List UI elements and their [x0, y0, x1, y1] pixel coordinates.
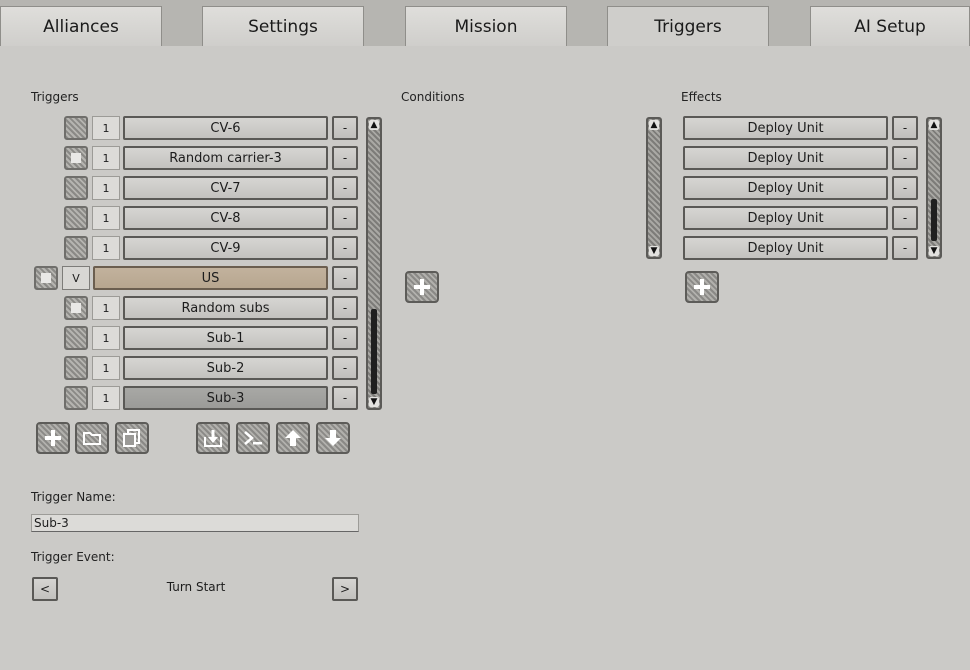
- trigger-remove-button[interactable]: -: [332, 356, 358, 380]
- effect-row[interactable]: Deploy Unit -: [0, 206, 920, 232]
- arrow-down-icon: [325, 430, 341, 446]
- trigger-enable-checkbox[interactable]: [64, 326, 88, 350]
- trigger-group-name-button[interactable]: US: [93, 266, 328, 290]
- tab-alliances[interactable]: Alliances: [0, 6, 162, 46]
- effect-remove-button[interactable]: -: [892, 206, 918, 230]
- duplicate-icon: [123, 429, 140, 447]
- add-condition-button[interactable]: [405, 271, 439, 303]
- effect-name-button[interactable]: Deploy Unit: [683, 116, 888, 140]
- effect-row[interactable]: Deploy Unit -: [0, 116, 920, 142]
- tab-label: Settings: [248, 16, 318, 37]
- tab-label: AI Setup: [854, 16, 926, 37]
- tab-mission[interactable]: Mission: [405, 6, 567, 46]
- trigger-repeat-count[interactable]: 1: [92, 326, 120, 350]
- trigger-event-prev-button[interactable]: <: [32, 577, 58, 601]
- tab-triggers[interactable]: Triggers: [607, 6, 769, 47]
- folder-icon: [83, 432, 101, 445]
- trigger-repeat-count[interactable]: 1: [92, 386, 120, 410]
- script-console-button[interactable]: [236, 422, 270, 454]
- tab-bar: Alliances Settings Mission Triggers AI S…: [0, 0, 970, 47]
- trigger-remove-button[interactable]: -: [332, 296, 358, 320]
- trigger-name-label: Trigger Name:: [31, 490, 116, 504]
- tab-settings[interactable]: Settings: [202, 6, 364, 46]
- effect-name-button[interactable]: Deploy Unit: [683, 236, 888, 260]
- trigger-remove-button[interactable]: -: [332, 386, 358, 410]
- trigger-name-button[interactable]: Sub-3: [123, 386, 328, 410]
- import-icon: [204, 430, 222, 447]
- triggers-section-label: Triggers: [31, 90, 79, 104]
- effect-remove-button[interactable]: -: [892, 236, 918, 260]
- trigger-event-label: Trigger Event:: [31, 550, 115, 564]
- group-collapse-toggle[interactable]: V: [62, 266, 90, 290]
- scroll-thumb[interactable]: [371, 309, 377, 394]
- trigger-name-button[interactable]: Sub-1: [123, 326, 328, 350]
- scroll-down-arrow-icon[interactable]: ▼: [929, 246, 939, 256]
- trigger-enable-checkbox[interactable]: [64, 386, 88, 410]
- effect-row[interactable]: Deploy Unit -: [0, 236, 920, 262]
- scroll-up-arrow-icon[interactable]: ▲: [929, 120, 939, 130]
- console-icon: [244, 431, 262, 445]
- trigger-remove-button[interactable]: -: [332, 266, 358, 290]
- tab-label: Alliances: [43, 16, 119, 37]
- duplicate-trigger-button[interactable]: [115, 422, 149, 454]
- effects-section-label: Effects: [681, 90, 722, 104]
- effect-name-button[interactable]: Deploy Unit: [683, 146, 888, 170]
- effect-row[interactable]: Deploy Unit -: [0, 146, 920, 172]
- move-trigger-up-button[interactable]: [276, 422, 310, 454]
- trigger-enable-checkbox[interactable]: [64, 356, 88, 380]
- add-icon: [45, 430, 61, 446]
- trigger-row-selected[interactable]: 1 Sub-3 -: [0, 386, 360, 412]
- trigger-repeat-count[interactable]: 1: [92, 356, 120, 380]
- effect-row[interactable]: Deploy Unit -: [0, 176, 920, 202]
- move-trigger-down-button[interactable]: [316, 422, 350, 454]
- trigger-repeat-count[interactable]: 1: [92, 296, 120, 320]
- effect-name-button[interactable]: Deploy Unit: [683, 176, 888, 200]
- effect-name-button[interactable]: Deploy Unit: [683, 206, 888, 230]
- add-icon: [694, 279, 710, 295]
- group-enable-checkbox[interactable]: [34, 266, 58, 290]
- tab-label: Triggers: [654, 17, 722, 37]
- scroll-thumb[interactable]: [931, 199, 937, 241]
- trigger-group-row[interactable]: V US -: [0, 266, 360, 292]
- import-trigger-button[interactable]: [196, 422, 230, 454]
- scroll-down-arrow-icon[interactable]: ▼: [369, 397, 379, 407]
- conditions-section-label: Conditions: [401, 90, 465, 104]
- effect-remove-button[interactable]: -: [892, 176, 918, 200]
- add-group-button[interactable]: [75, 422, 109, 454]
- trigger-event-next-button[interactable]: >: [332, 577, 358, 601]
- trigger-name-button[interactable]: Sub-2: [123, 356, 328, 380]
- effects-right-scrollbar[interactable]: ▲ ▼: [926, 117, 942, 259]
- trigger-row[interactable]: 1 Sub-2 -: [0, 356, 360, 382]
- trigger-remove-button[interactable]: -: [332, 326, 358, 350]
- add-trigger-button[interactable]: [36, 422, 70, 454]
- tab-ai-setup[interactable]: AI Setup: [810, 6, 970, 46]
- add-icon: [414, 279, 430, 295]
- arrow-up-icon: [285, 430, 301, 446]
- effect-remove-button[interactable]: -: [892, 146, 918, 170]
- effect-remove-button[interactable]: -: [892, 116, 918, 140]
- tab-label: Mission: [454, 16, 518, 37]
- trigger-enable-checkbox[interactable]: [64, 296, 88, 320]
- trigger-name-input[interactable]: [31, 514, 359, 532]
- trigger-row[interactable]: 1 Sub-1 -: [0, 326, 360, 352]
- add-effect-button[interactable]: [685, 271, 719, 303]
- trigger-row[interactable]: 1 Random subs -: [0, 296, 360, 322]
- trigger-event-value: Turn Start: [166, 580, 226, 594]
- trigger-name-button[interactable]: Random subs: [123, 296, 328, 320]
